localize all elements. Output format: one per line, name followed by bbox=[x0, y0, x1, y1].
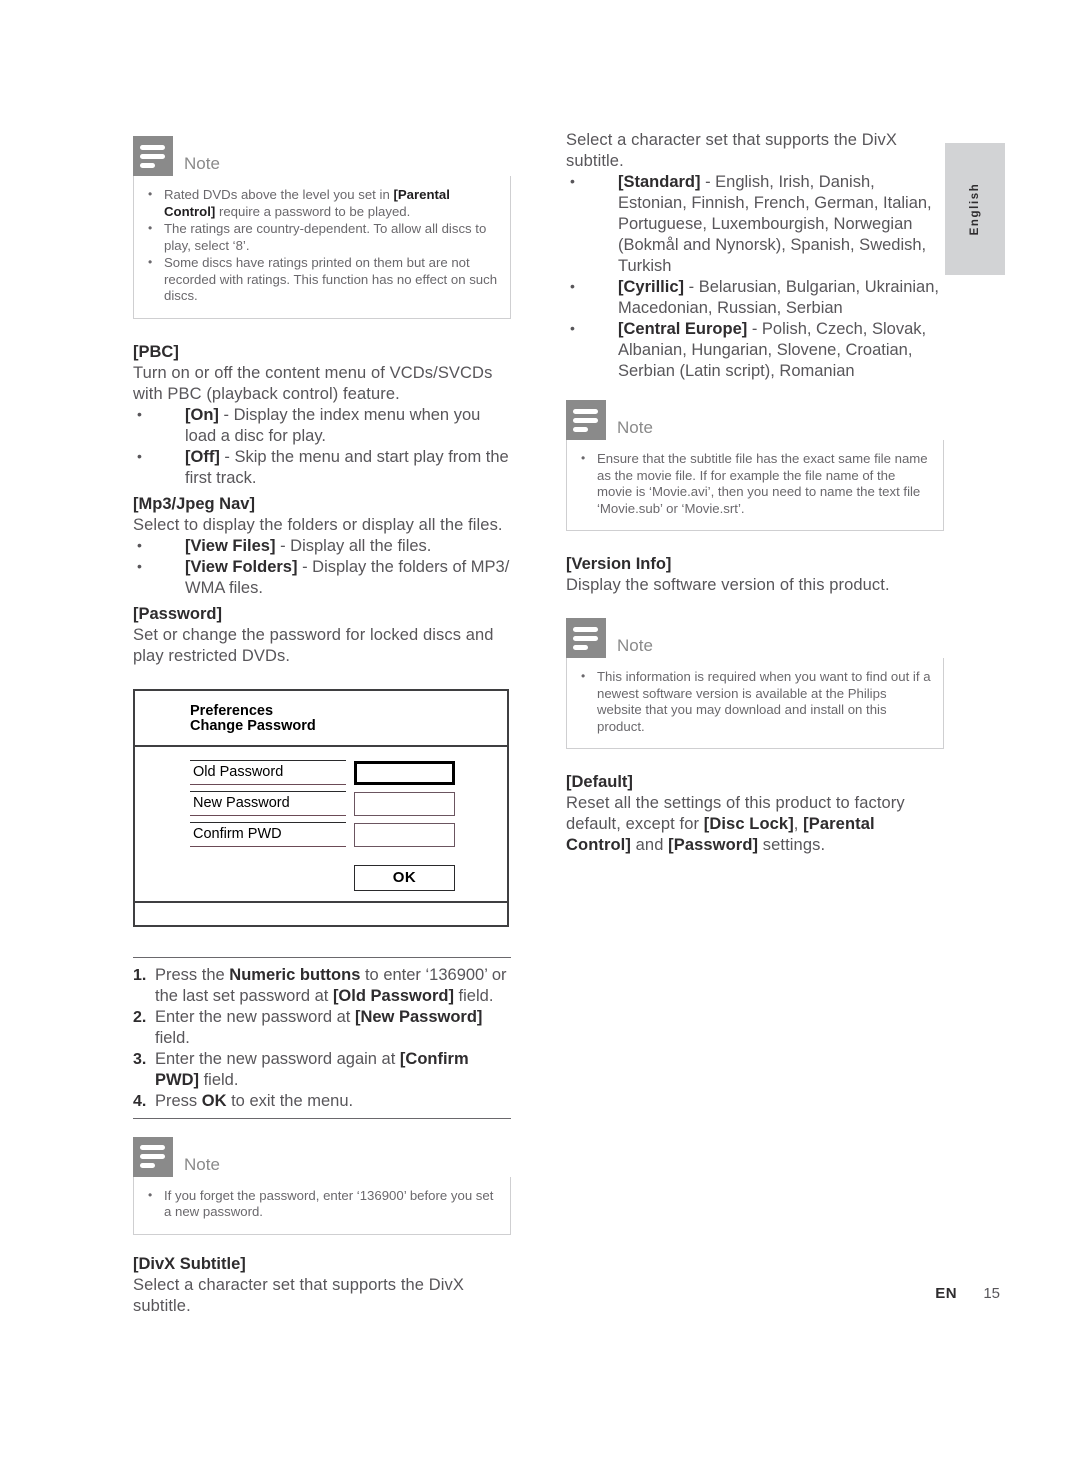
list-item: [Central Europe] - Polish, Czech, Slovak… bbox=[566, 318, 944, 382]
note-body: This information is required when you wa… bbox=[566, 658, 944, 749]
note-header: Note bbox=[133, 136, 511, 176]
note-lines-icon bbox=[566, 618, 606, 658]
new-password-input[interactable] bbox=[354, 791, 455, 816]
new-password-label: New Password bbox=[190, 790, 346, 816]
mp3jpeg-option-list: [View Files] - Display all the files.[Vi… bbox=[133, 535, 511, 599]
list-item: Ensure that the subtitle file has the ex… bbox=[578, 450, 931, 517]
list-item: Press the Numeric buttons to enter ‘1369… bbox=[133, 965, 507, 1005]
divx-charset-list: [Standard] - English, Irish, Danish, Est… bbox=[566, 171, 944, 382]
version-info-intro: Display the software version of this pro… bbox=[566, 576, 890, 594]
dialog-row-old-password: Old Password bbox=[190, 759, 507, 785]
note-title: Note bbox=[617, 418, 653, 437]
footer-language-code: EN bbox=[935, 1285, 958, 1302]
list-item: [View Files] - Display all the files. bbox=[133, 535, 511, 557]
dialog-title: Preferences Change Password bbox=[135, 691, 507, 747]
mp3jpeg-intro: Select to display the folders or display… bbox=[133, 515, 503, 534]
note-lines-icon bbox=[133, 136, 173, 176]
list-item: This information is required when you wa… bbox=[578, 668, 931, 735]
list-item: Some discs have ratings printed on them … bbox=[145, 254, 498, 305]
dialog-title-line2: Change Password bbox=[190, 718, 316, 734]
dialog-row-confirm-pwd: Confirm PWD bbox=[190, 821, 507, 847]
section-heading-divx-subtitle: [DivX Subtitle] bbox=[133, 1254, 246, 1273]
note-title: Note bbox=[184, 1154, 220, 1174]
list-item: [Standard] - English, Irish, Danish, Est… bbox=[566, 171, 944, 277]
list-item: [Cyrillic] - Belarusian, Bulgarian, Ukra… bbox=[566, 276, 944, 319]
ok-button[interactable]: OK bbox=[354, 864, 455, 891]
old-password-input[interactable] bbox=[354, 760, 455, 785]
list-item: [Off] - Skip the menu and start play fro… bbox=[133, 446, 511, 489]
note-item-list: Ensure that the subtitle file has the ex… bbox=[578, 450, 931, 517]
list-item: Press OK to exit the menu. bbox=[133, 1091, 354, 1112]
list-item: [View Folders] - Display the folders of … bbox=[133, 556, 511, 599]
note-item-list: If you forget the password, enter ‘13690… bbox=[145, 1187, 498, 1221]
confirm-pwd-input[interactable] bbox=[354, 822, 455, 847]
language-tab-english: English bbox=[945, 143, 1005, 275]
preferences-change-password-dialog: Preferences Change Password Old Password… bbox=[133, 688, 509, 927]
list-item: The ratings are country-dependent. To al… bbox=[145, 220, 498, 254]
list-item: If you forget the password, enter ‘13690… bbox=[145, 1187, 498, 1221]
left-column: Note Rated DVDs above the level you set … bbox=[133, 136, 511, 1317]
note-box-forgot-password: Note If you forget the password, enter ‘… bbox=[133, 1136, 511, 1235]
list-item: Enter the new password at [New Password]… bbox=[133, 1007, 483, 1047]
list-item: Rated DVDs above the level you set in [P… bbox=[145, 186, 498, 220]
password-intro: Set or change the password for locked di… bbox=[133, 625, 494, 665]
note-lines-icon bbox=[566, 400, 606, 440]
dialog-title-line1: Preferences bbox=[190, 702, 274, 719]
dialog-status-bar bbox=[135, 900, 507, 925]
footer-page-number: 15 bbox=[983, 1285, 1000, 1302]
section-heading-default: [Default] bbox=[566, 773, 633, 791]
old-password-label: Old Password bbox=[190, 759, 346, 785]
language-tab-label: English bbox=[969, 182, 981, 236]
page-footer: EN 15 bbox=[0, 1285, 1080, 1302]
note-header: Note bbox=[566, 400, 944, 440]
dialog-ok-row: OK bbox=[354, 864, 507, 891]
note-title: Note bbox=[184, 154, 220, 173]
note-header: Note bbox=[133, 1136, 511, 1177]
note-box-parental: Note Rated DVDs above the level you set … bbox=[133, 136, 511, 319]
note-body: Ensure that the subtitle file has the ex… bbox=[566, 440, 944, 531]
section-heading-mp3jpegnav: [Mp3/Jpeg Nav] bbox=[133, 494, 255, 513]
note-item-list: Rated DVDs above the level you set in [P… bbox=[145, 186, 498, 305]
list-item: [On] - Display the index menu when you l… bbox=[133, 404, 511, 447]
default-intro: Reset all the settings of this product t… bbox=[566, 794, 905, 854]
note-body: Rated DVDs above the level you set in [P… bbox=[133, 176, 511, 319]
note-body: If you forget the password, enter ‘13690… bbox=[133, 1176, 511, 1235]
dialog-body: Old Password New Password Confirm PWD OK bbox=[135, 747, 507, 901]
pbc-option-list: [On] - Display the index menu when you l… bbox=[133, 404, 511, 489]
section-heading-version-info: [Version Info] bbox=[566, 555, 672, 573]
note-lines-icon bbox=[133, 1136, 173, 1177]
dialog-row-new-password: New Password bbox=[190, 790, 507, 816]
right-column: Select a character set that supports the… bbox=[566, 130, 944, 856]
pbc-intro: Turn on or off the content menu of VCDs/… bbox=[133, 363, 493, 403]
note-item-list: This information is required when you wa… bbox=[578, 668, 931, 735]
password-steps-list: Press the Numeric buttons to enter ‘1369… bbox=[133, 958, 511, 1118]
note-box-software-version: Note This information is required when y… bbox=[566, 618, 944, 749]
note-header: Note bbox=[566, 618, 944, 658]
section-heading-pbc: [PBC] bbox=[133, 342, 179, 361]
divx-charset-intro: Select a character set that supports the… bbox=[566, 131, 897, 170]
confirm-pwd-label: Confirm PWD bbox=[190, 821, 346, 847]
note-box-subtitle-filename: Note Ensure that the subtitle file has t… bbox=[566, 400, 944, 531]
note-title: Note bbox=[617, 636, 653, 655]
section-heading-password: [Password] bbox=[133, 604, 222, 623]
list-item: Enter the new password again at [Confirm… bbox=[133, 1049, 469, 1089]
